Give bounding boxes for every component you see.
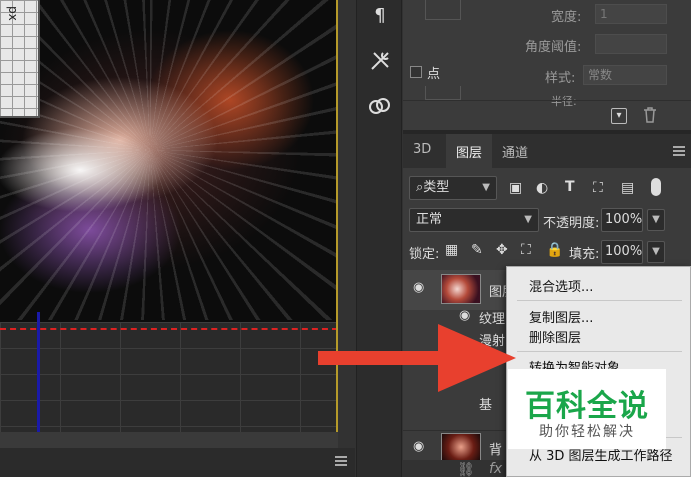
- filter-kind-label: 类型: [423, 180, 450, 195]
- chevron-down-icon: ▼: [524, 214, 532, 225]
- background-layer-name[interactable]: 背: [489, 439, 502, 458]
- lock-position-icon[interactable]: ✥: [496, 242, 508, 258]
- layer-thumbnail: [441, 274, 481, 304]
- lock-image-icon[interactable]: ✎: [471, 242, 483, 258]
- link-icon[interactable]: ⛓: [457, 462, 475, 477]
- pixel-filter-icon[interactable]: ▣: [509, 180, 522, 196]
- document-canvas[interactable]: px: [0, 0, 338, 432]
- guide-line-blue: [37, 312, 40, 432]
- trash-icon[interactable]: [643, 107, 657, 127]
- explosion-streaks: [0, 0, 338, 320]
- watermark-subtitle: 助你轻松解决: [539, 424, 635, 440]
- width-field[interactable]: 1: [595, 4, 667, 24]
- watermark-title: 百科全说: [525, 389, 649, 424]
- menu-divider: [517, 351, 682, 352]
- width-label: 宽度:: [551, 10, 582, 25]
- status-bar: [0, 448, 355, 477]
- properties-footer: ▾: [403, 100, 691, 130]
- lock-all-icon[interactable]: 🔒: [546, 242, 563, 258]
- adjustment-filter-icon[interactable]: ◐: [536, 180, 548, 196]
- tab-channels[interactable]: 通道: [502, 142, 528, 161]
- lock-label: 锁定:: [409, 247, 440, 262]
- smart-object-filter-icon[interactable]: ▤: [621, 180, 634, 196]
- menu-divider: [517, 300, 682, 301]
- new-layer-icon[interactable]: ▾: [611, 108, 627, 124]
- width-row: 宽度: 1: [403, 3, 691, 25]
- status-menu-icon[interactable]: [335, 456, 347, 466]
- fx-icon[interactable]: fx: [489, 461, 502, 477]
- tab-layers[interactable]: 图层: [446, 134, 493, 168]
- menu-item-duplicate-layer[interactable]: 复制图层...: [529, 307, 593, 326]
- watermark-logo: 百科全说 助你轻松解决: [508, 369, 666, 449]
- chevron-down-icon: ▼: [482, 182, 490, 193]
- tools-icon[interactable]: [367, 50, 393, 76]
- menu-item-blending-options[interactable]: 混合选项...: [529, 276, 593, 295]
- background-thumbnail: [441, 433, 481, 461]
- angle-row: 角度阈值:: [403, 33, 691, 55]
- angle-threshold-field[interactable]: [595, 34, 667, 54]
- point-checkbox-label: 点: [427, 67, 441, 82]
- grid-preview: px: [0, 0, 40, 118]
- style-dropdown[interactable]: 常数: [583, 65, 667, 85]
- panel-tabs: 3D 图层 通道: [403, 134, 691, 168]
- blend-mode-dropdown[interactable]: 正常 ▼: [409, 208, 539, 232]
- fill-chevron-icon[interactable]: ▼: [647, 241, 665, 263]
- filter-toggle-icon[interactable]: [651, 178, 661, 196]
- shape-filter-icon[interactable]: ⛶: [593, 180, 603, 196]
- visibility-eye-icon[interactable]: ◉: [413, 280, 424, 295]
- opacity-label: 不透明度:: [543, 216, 600, 231]
- opacity-field[interactable]: 100%: [601, 208, 643, 232]
- properties-panel: 宽度: 1 角度阈值: 点 样式: 常数 半径: ▾: [403, 0, 691, 130]
- opacity-chevron-icon[interactable]: ▼: [647, 209, 665, 231]
- tab-3d[interactable]: 3D: [413, 142, 431, 157]
- visibility-eye-icon[interactable]: ◉: [413, 439, 424, 454]
- point-checkbox[interactable]: [410, 66, 422, 78]
- guide-line-red: [0, 328, 338, 330]
- lock-transparency-icon[interactable]: ▦: [445, 242, 458, 258]
- fill-field[interactable]: 100%: [601, 240, 643, 264]
- menu-item-delete-layer[interactable]: 删除图层: [529, 327, 581, 346]
- angle-threshold-label: 角度阈值:: [525, 40, 582, 55]
- cc-libraries-icon[interactable]: [367, 96, 393, 122]
- layer-filter-dropdown[interactable]: ⌕类型 ▼: [409, 176, 497, 200]
- horizontal-scrollbar[interactable]: [0, 432, 338, 448]
- annotation-arrow-icon: [318, 324, 516, 392]
- color-swatch-point[interactable]: [425, 86, 461, 100]
- panel-menu-icon[interactable]: [673, 146, 685, 156]
- ruler-unit-label: px: [6, 6, 20, 21]
- paragraph-icon[interactable]: ¶: [367, 3, 393, 29]
- fill-label: 填充:: [569, 247, 600, 262]
- blend-mode-value: 正常: [416, 212, 443, 227]
- type-filter-icon[interactable]: T: [565, 179, 575, 195]
- ground-plane-grid: [0, 322, 338, 432]
- collapsed-panel-strip: ¶: [356, 0, 402, 477]
- lock-artboard-icon[interactable]: ⛶: [521, 242, 531, 258]
- style-label: 样式:: [545, 71, 576, 86]
